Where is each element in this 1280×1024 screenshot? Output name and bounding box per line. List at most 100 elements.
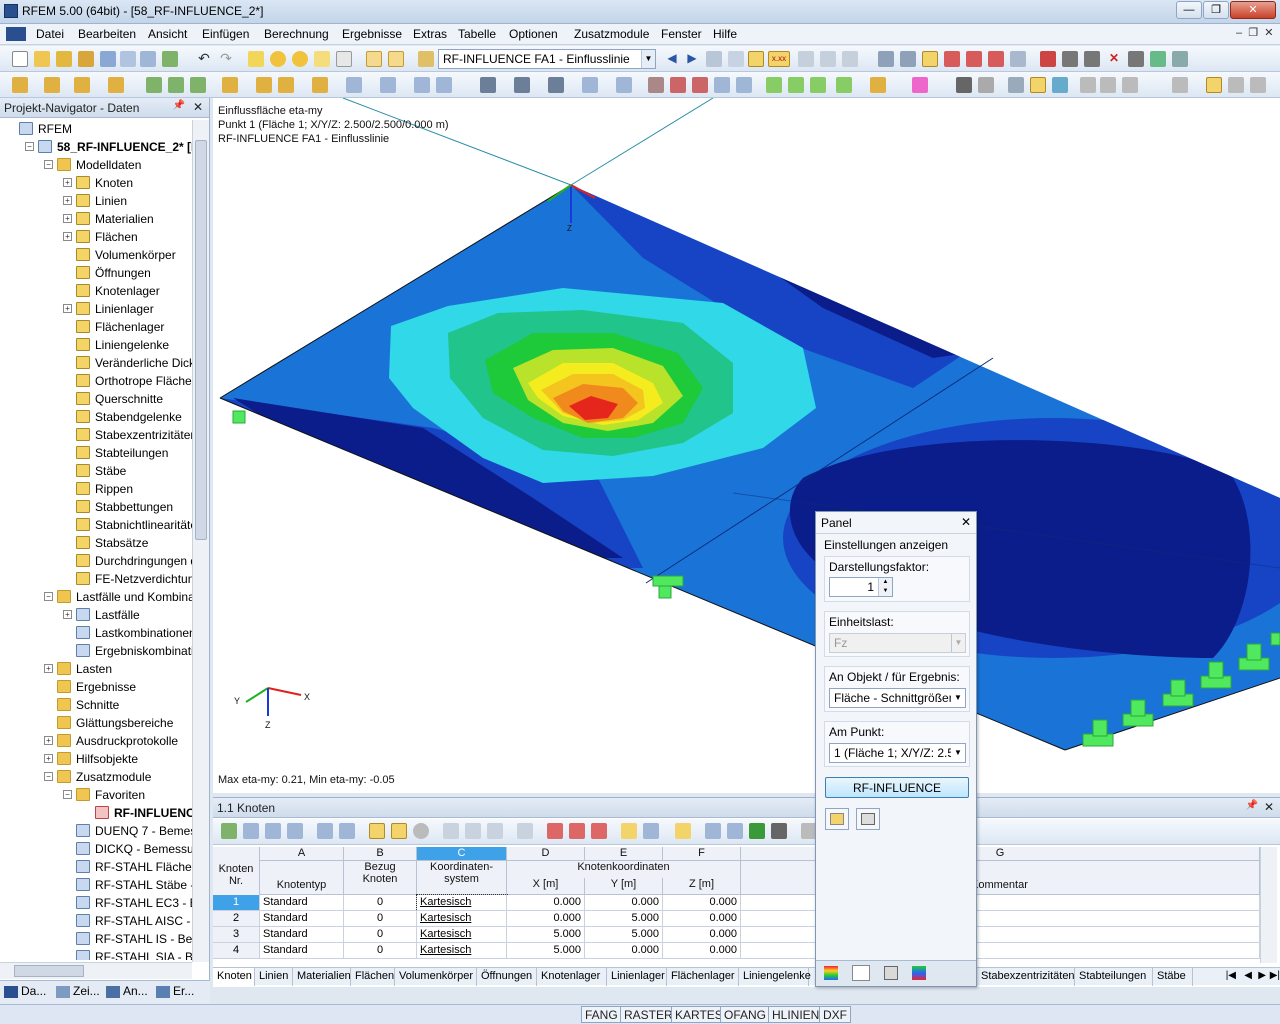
tree-item[interactable]: + Materialien	[0, 210, 192, 228]
col-letter-a[interactable]: A	[260, 847, 344, 861]
load-case-icon[interactable]	[418, 51, 434, 67]
tree-item[interactable]: Glättungsbereiche	[0, 714, 192, 732]
table-row-icon[interactable]	[465, 823, 481, 839]
layout-icon[interactable]	[1122, 77, 1138, 93]
surface-support-tool-icon[interactable]	[190, 77, 206, 93]
divide-icon[interactable]	[1040, 51, 1056, 67]
iso-view-icon[interactable]	[380, 77, 396, 93]
navigator-tab-display[interactable]: Zei...	[56, 984, 100, 998]
expand-icon[interactable]: +	[44, 754, 53, 763]
load-case-combo[interactable]: RF-INFLUENCE FA1 - Einflusslinie ▼	[438, 49, 656, 69]
status-kartes[interactable]: KARTES	[671, 1006, 727, 1023]
maximize-button[interactable]: ❐	[1203, 1, 1229, 19]
menu-datei[interactable]: Datei	[36, 27, 64, 41]
surface-load-tool-icon[interactable]	[278, 77, 294, 93]
table-tab[interactable]: Flächen	[351, 968, 395, 986]
table-tab[interactable]: Öffnungen	[477, 968, 537, 986]
menu-tabelle[interactable]: Tabelle	[458, 27, 496, 41]
minimize-button[interactable]: —	[1176, 1, 1202, 19]
tree-item[interactable]: Ergebnisse	[0, 678, 192, 696]
table-grid-icon[interactable]	[643, 823, 659, 839]
collapse-icon[interactable]: −	[44, 592, 53, 601]
copy-panel-button[interactable]	[856, 808, 880, 830]
table-redo-icon[interactable]	[391, 823, 407, 839]
section-icon[interactable]	[820, 51, 836, 67]
print-preview-icon[interactable]	[1228, 77, 1244, 93]
tree-item[interactable]: Veränderliche Dicke	[0, 354, 192, 372]
col-letter-d[interactable]: D	[507, 847, 585, 861]
pin-icon[interactable]: 📌	[173, 100, 185, 111]
tree-item[interactable]: − Zusatzmodule	[0, 768, 192, 786]
navigator-tab-data[interactable]: Da...	[4, 984, 46, 998]
menu-berechnung[interactable]: Berechnung	[264, 27, 329, 41]
table-edit-icon[interactable]	[221, 823, 237, 839]
select-icon[interactable]	[670, 77, 686, 93]
table-tab[interactable]: Flächenlager	[667, 968, 739, 986]
tree-item[interactable]: Knotenlager	[0, 282, 192, 300]
color-tool-icon[interactable]	[870, 77, 886, 93]
tree-item[interactable]: − Favoriten	[0, 786, 192, 804]
table-cell-sys[interactable]: Kartesisch	[416, 894, 508, 912]
table-cell-typ[interactable]: Standard	[260, 927, 344, 943]
table-cell-y[interactable]: 0.000	[585, 943, 663, 959]
legend-tab-icon[interactable]	[912, 966, 926, 980]
solid-view-icon[interactable]	[1030, 77, 1046, 93]
navigator-close-icon[interactable]: ✕	[193, 100, 203, 114]
new-icon[interactable]	[12, 51, 28, 67]
navigator-hscroll-thumb[interactable]	[14, 965, 84, 977]
table-view-icon[interactable]	[621, 823, 637, 839]
table-delete-row-icon[interactable]	[569, 823, 585, 839]
tree-item[interactable]: + Ausdruckprotokolle	[0, 732, 192, 750]
tree-item[interactable]: Liniengelenke	[0, 336, 192, 354]
tree-item[interactable]: RF-STAHL Flächen	[0, 858, 192, 876]
tree-item[interactable]: + Lastfälle	[0, 606, 192, 624]
tree-item[interactable]: DUENQ 7 - Bemessu	[0, 822, 192, 840]
arrow3-tool-icon[interactable]	[810, 77, 826, 93]
table-cell-bezug[interactable]: 0	[344, 943, 417, 959]
tree-item[interactable]: Stäbe	[0, 462, 192, 480]
collapse-icon[interactable]: −	[25, 142, 34, 151]
panel-toggle-icon[interactable]	[1206, 77, 1222, 93]
navigator-hscroll[interactable]	[0, 962, 192, 979]
table-sort-icon[interactable]	[265, 823, 281, 839]
arrow2-tool-icon[interactable]	[788, 77, 804, 93]
tree-item[interactable]: Stabendgelenke	[0, 408, 192, 426]
table-cell-z[interactable]: 0.000	[663, 927, 741, 943]
scale-icon[interactable]	[1010, 51, 1026, 67]
color-scale-icon[interactable]	[824, 966, 838, 980]
tree-item[interactable]: + Lasten	[0, 660, 192, 678]
table-col-icon[interactable]	[443, 823, 459, 839]
delete-icon[interactable]: ✕	[1106, 51, 1122, 67]
filter-tab-icon[interactable]	[884, 966, 898, 980]
navigator-vscroll[interactable]	[192, 120, 209, 962]
tree-item[interactable]: + Linien	[0, 192, 192, 210]
line-support-tool-icon[interactable]	[168, 77, 184, 93]
transparent-view-icon[interactable]	[1052, 77, 1068, 93]
table-cell-sys[interactable]: Kartesisch	[417, 911, 507, 927]
rotate-icon[interactable]	[966, 51, 982, 67]
table-cell-nr[interactable]: 3	[213, 927, 260, 943]
tree-item[interactable]: + Knoten	[0, 174, 192, 192]
partial-view-icon[interactable]	[548, 77, 564, 93]
col-letter-b[interactable]: B	[344, 847, 417, 861]
dimension-icon[interactable]	[1150, 51, 1166, 67]
col-letter-f[interactable]: F	[663, 847, 741, 861]
table-prev-icon[interactable]	[317, 823, 333, 839]
table-close-icon[interactable]: ✕	[1264, 800, 1274, 814]
smoothing-icon[interactable]	[842, 51, 858, 67]
member-load-tool-icon[interactable]	[256, 77, 272, 93]
previous-case-icon[interactable]: ◀	[664, 51, 680, 67]
box-select-icon[interactable]	[714, 77, 730, 93]
table-cell-sys[interactable]: Kartesisch	[417, 943, 507, 959]
table-chart-icon[interactable]	[727, 823, 743, 839]
menu-optionen[interactable]: Optionen	[509, 27, 558, 41]
collapse-icon[interactable]: −	[63, 790, 72, 799]
menu-bearbeiten[interactable]: Bearbeiten	[78, 27, 136, 41]
tab-last-icon[interactable]: ▶|	[1270, 970, 1280, 981]
load-tool-icon[interactable]	[222, 77, 238, 93]
table-next-icon[interactable]	[339, 823, 355, 839]
table-cell-icon[interactable]	[487, 823, 503, 839]
table-cell-bezug[interactable]: 0	[344, 927, 417, 943]
tree-item[interactable]: DICKQ - Bemessung	[0, 840, 192, 858]
table-undo-icon[interactable]	[369, 823, 385, 839]
